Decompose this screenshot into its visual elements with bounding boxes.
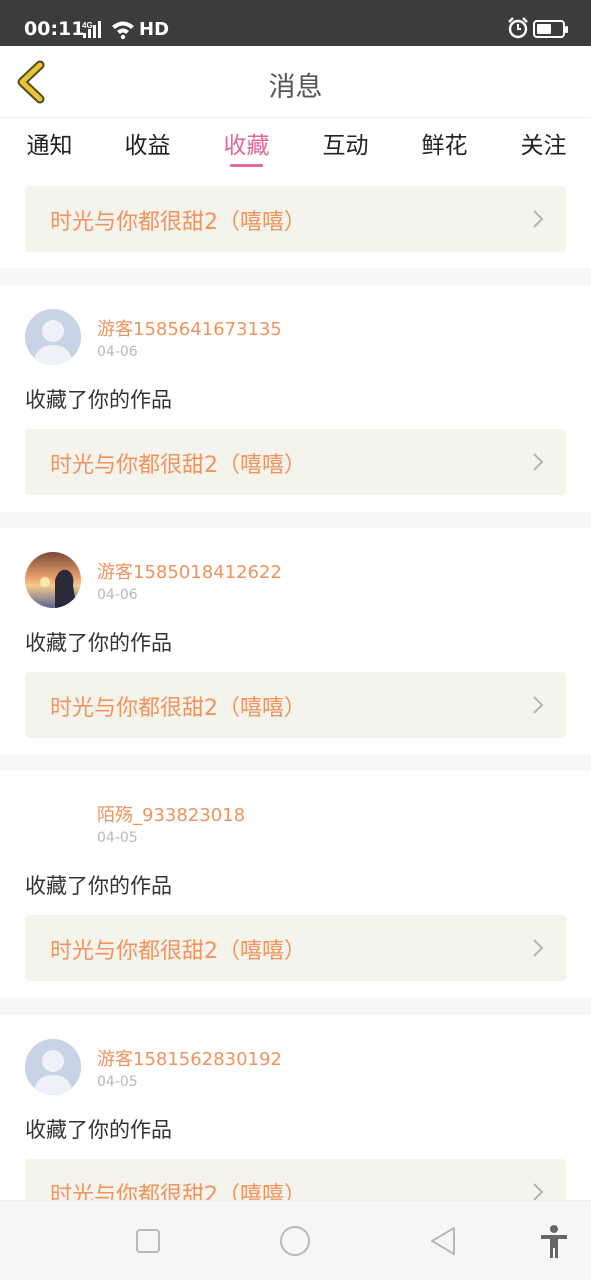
work-title: 时光与你都很甜2（嘻嘻） [50, 1183, 306, 1200]
work-link[interactable]: 时光与你都很甜2（嘻嘻） [25, 186, 566, 252]
default-avatar-icon[interactable] [25, 309, 81, 365]
header: 消息 [0, 46, 591, 118]
list-item: 时光与你都很甜2（嘻嘻） [0, 172, 591, 268]
item-date: 04-06 [97, 587, 138, 603]
alarm-icon [507, 17, 529, 43]
action-text: 收藏了你的作品 [25, 874, 172, 898]
work-title: 时光与你都很甜2（嘻嘻） [50, 210, 306, 235]
tab-bar: 通知 收益 收藏 互动 鲜花 关注 [0, 118, 591, 172]
status-time: 00:11 [24, 18, 85, 40]
user-name[interactable]: 游客1581562830192 [97, 1045, 282, 1071]
action-text: 收藏了你的作品 [25, 388, 172, 412]
tab-follow[interactable]: 关注 [494, 126, 591, 160]
work-title: 时光与你都很甜2（嘻嘻） [50, 453, 306, 478]
status-bar: 00:11 4G HD [0, 0, 591, 46]
tab-earnings[interactable]: 收益 [98, 126, 197, 160]
action-text: 收藏了你的作品 [25, 1118, 172, 1142]
hd-indicator: HD [139, 19, 170, 40]
chevron-right-icon [532, 1182, 544, 1200]
chevron-right-icon [532, 695, 544, 719]
system-nav-bar [0, 1200, 591, 1280]
work-link[interactable]: 时光与你都很甜2（嘻嘻） [25, 429, 566, 495]
active-tab-indicator [230, 164, 263, 167]
item-date: 04-06 [97, 344, 138, 360]
work-title: 时光与你都很甜2（嘻嘻） [50, 696, 306, 721]
user-name[interactable]: 游客1585018412622 [97, 558, 282, 584]
item-date: 04-05 [97, 830, 138, 846]
back-icon[interactable] [429, 1226, 457, 1260]
signal-icon: 4G [82, 19, 138, 45]
battery-icon [533, 20, 568, 38]
list-item: 游客1585018412622 04-06 收藏了你的作品 时光与你都很甜2（嘻… [0, 528, 591, 755]
user-name[interactable]: 游客1585641673135 [97, 315, 282, 341]
chevron-right-icon [532, 452, 544, 476]
user-name[interactable]: 陌殇_933823018 [97, 801, 245, 827]
default-avatar-icon[interactable] [25, 1039, 81, 1095]
tab-notice[interactable]: 通知 [0, 126, 99, 160]
item-date: 04-05 [97, 1074, 138, 1090]
tab-favorites[interactable]: 收藏 [197, 126, 296, 167]
accessibility-icon[interactable] [540, 1225, 568, 1263]
wifi-icon [112, 21, 134, 40]
work-link[interactable]: 时光与你都很甜2（嘻嘻） [25, 672, 566, 738]
list-item: 陌殇_933823018 04-05 收藏了你的作品 时光与你都很甜2（嘻嘻） [0, 771, 591, 998]
work-title: 时光与你都很甜2（嘻嘻） [50, 939, 306, 964]
photo-avatar[interactable] [25, 552, 81, 608]
page-title: 消息 [268, 72, 323, 103]
list-item: 游客1581562830192 04-05 收藏了你的作品 时光与你都很甜2（嘻… [0, 1015, 591, 1200]
action-text: 收藏了你的作品 [25, 631, 172, 655]
work-link[interactable]: 时光与你都很甜2（嘻嘻） [25, 1159, 566, 1200]
home-icon[interactable] [279, 1225, 311, 1261]
tab-interaction[interactable]: 互动 [296, 126, 395, 160]
work-link[interactable]: 时光与你都很甜2（嘻嘻） [25, 915, 566, 981]
recent-apps-icon[interactable] [135, 1228, 161, 1258]
chevron-right-icon [532, 938, 544, 962]
message-list[interactable]: 时光与你都很甜2（嘻嘻） 游客1585641673135 04-06 收藏了你的… [0, 172, 591, 1200]
chevron-right-icon [532, 209, 544, 233]
network-type: 4G [82, 21, 93, 30]
tab-flowers[interactable]: 鲜花 [395, 126, 494, 160]
list-item: 游客1585641673135 04-06 收藏了你的作品 时光与你都很甜2（嘻… [0, 285, 591, 512]
